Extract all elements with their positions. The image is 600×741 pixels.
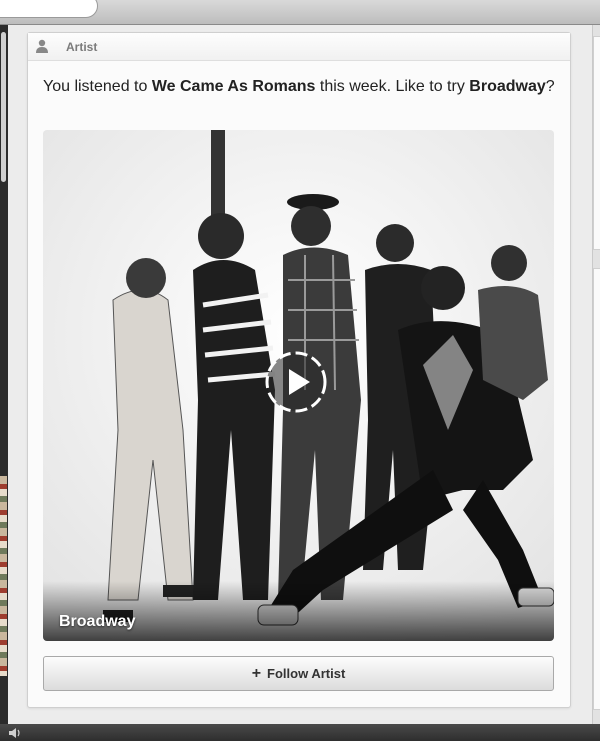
adjacent-card [593,268,600,710]
suggested-artist-link[interactable]: Broadway [469,78,545,95]
message-middle: this week. Like to try [315,78,470,95]
artist-suggestion-card: Artist You listened to We Came As Romans… [27,32,571,708]
left-scrollbar[interactable] [1,32,6,182]
player-bar [0,724,600,741]
listened-artist-link[interactable]: We Came As Romans [152,78,316,95]
caption-overlay [43,581,554,641]
follow-artist-button[interactable]: + Follow Artist [43,656,554,691]
person-icon [36,39,48,53]
left-sidebar-album-art [0,476,7,676]
suggestion-message: You listened to We Came As Romans this w… [43,76,563,97]
adjacent-card [593,36,600,250]
photo-caption[interactable]: Broadway [59,613,135,631]
card-type-label: Artist [66,40,98,54]
artist-photo[interactable]: Broadway [43,130,554,641]
follow-artist-label: Follow Artist [267,666,346,681]
search-input[interactable] [0,0,98,18]
play-icon[interactable] [264,350,328,414]
top-toolbar [0,0,600,25]
plus-icon: + [251,664,262,682]
card-header: Artist [28,33,570,61]
message-prefix: You listened to [43,78,152,95]
message-suffix: ? [545,78,555,95]
volume-icon[interactable] [8,727,22,739]
